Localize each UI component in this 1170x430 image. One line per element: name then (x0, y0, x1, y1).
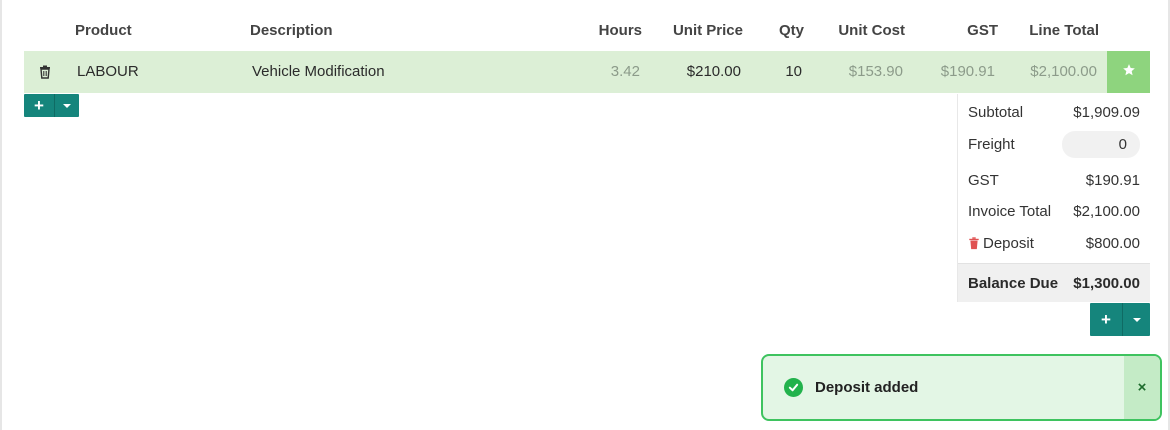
star-icon (1122, 63, 1136, 82)
row-hours[interactable]: 3.42 (611, 51, 640, 93)
freight-row: Freight (968, 131, 1140, 158)
invoice-total-value: $2,100.00 (1073, 203, 1140, 220)
add-line-dropdown[interactable] (54, 94, 79, 117)
balance-due-label: Balance Due (968, 275, 1059, 292)
row-line-total: $2,100.00 (1030, 63, 1097, 80)
invoice-total-label: Invoice Total (968, 203, 1052, 220)
add-payment-split-button: + (1090, 303, 1150, 336)
subtotal-value: $1,909.09 (1073, 104, 1140, 121)
deposit-label: Deposit (983, 235, 1034, 252)
subtotal-label: Subtotal (968, 104, 1024, 121)
header-unit-price: Unit Price (672, 22, 743, 39)
add-line-split-button: + (24, 94, 79, 117)
gst-label: GST (968, 172, 999, 189)
table-header: Product Description Hours Unit Price Qty… (24, 0, 1150, 50)
row-unit-cost: $153.90 (848, 63, 903, 80)
deposit-row: Deposit $800.00 (968, 232, 1140, 256)
add-payment-dropdown[interactable] (1122, 303, 1150, 336)
row-description[interactable]: Vehicle Modification (252, 51, 385, 93)
header-unit-cost: Unit Cost (838, 22, 905, 39)
row-gst: $190.91 (940, 63, 995, 80)
header-description: Description (250, 22, 333, 39)
trash-icon[interactable] (968, 237, 980, 250)
toast-message: Deposit added (815, 379, 919, 396)
trash-icon[interactable] (38, 65, 52, 79)
totals-panel: Subtotal $1,909.09 Freight GST $190.91 I… (957, 94, 1150, 302)
balance-due-row: Balance Due $1,300.00 (958, 263, 1150, 302)
freight-label: Freight (968, 136, 1015, 153)
header-hours: Hours (598, 22, 642, 39)
header-product: Product (75, 22, 132, 39)
freight-input[interactable] (1062, 131, 1140, 158)
invoice-lines-panel: Product Description Hours Unit Price Qty… (0, 0, 1170, 430)
row-product[interactable]: LABOUR (77, 51, 139, 93)
add-line-button[interactable]: + (24, 94, 54, 117)
caret-down-icon (63, 103, 71, 108)
deposit-value: $800.00 (1085, 235, 1140, 252)
invoice-total-row: Invoice Total $2,100.00 (968, 200, 1140, 224)
header-line-total: Line Total (1029, 22, 1099, 39)
deposit-label-group: Deposit (968, 235, 1034, 252)
subtotal-row: Subtotal $1,909.09 (968, 101, 1140, 125)
favorite-button[interactable] (1107, 51, 1150, 93)
header-qty: Qty (778, 22, 804, 39)
check-circle-icon (784, 378, 803, 397)
toast-notification: Deposit added × (761, 354, 1162, 421)
gst-value: $190.91 (1085, 172, 1140, 189)
header-gst: GST (967, 22, 998, 39)
caret-down-icon (1132, 317, 1141, 322)
balance-due-value: $1,300.00 (1073, 275, 1140, 292)
toast-close-button[interactable]: × (1124, 356, 1160, 419)
add-payment-button[interactable]: + (1090, 303, 1122, 336)
table-row[interactable]: LABOUR Vehicle Modification 3.42 $210.00… (24, 51, 1150, 93)
gst-row: GST $190.91 (968, 169, 1140, 193)
row-unit-price[interactable]: $210.00 (687, 51, 741, 93)
row-qty[interactable]: 10 (785, 51, 802, 93)
